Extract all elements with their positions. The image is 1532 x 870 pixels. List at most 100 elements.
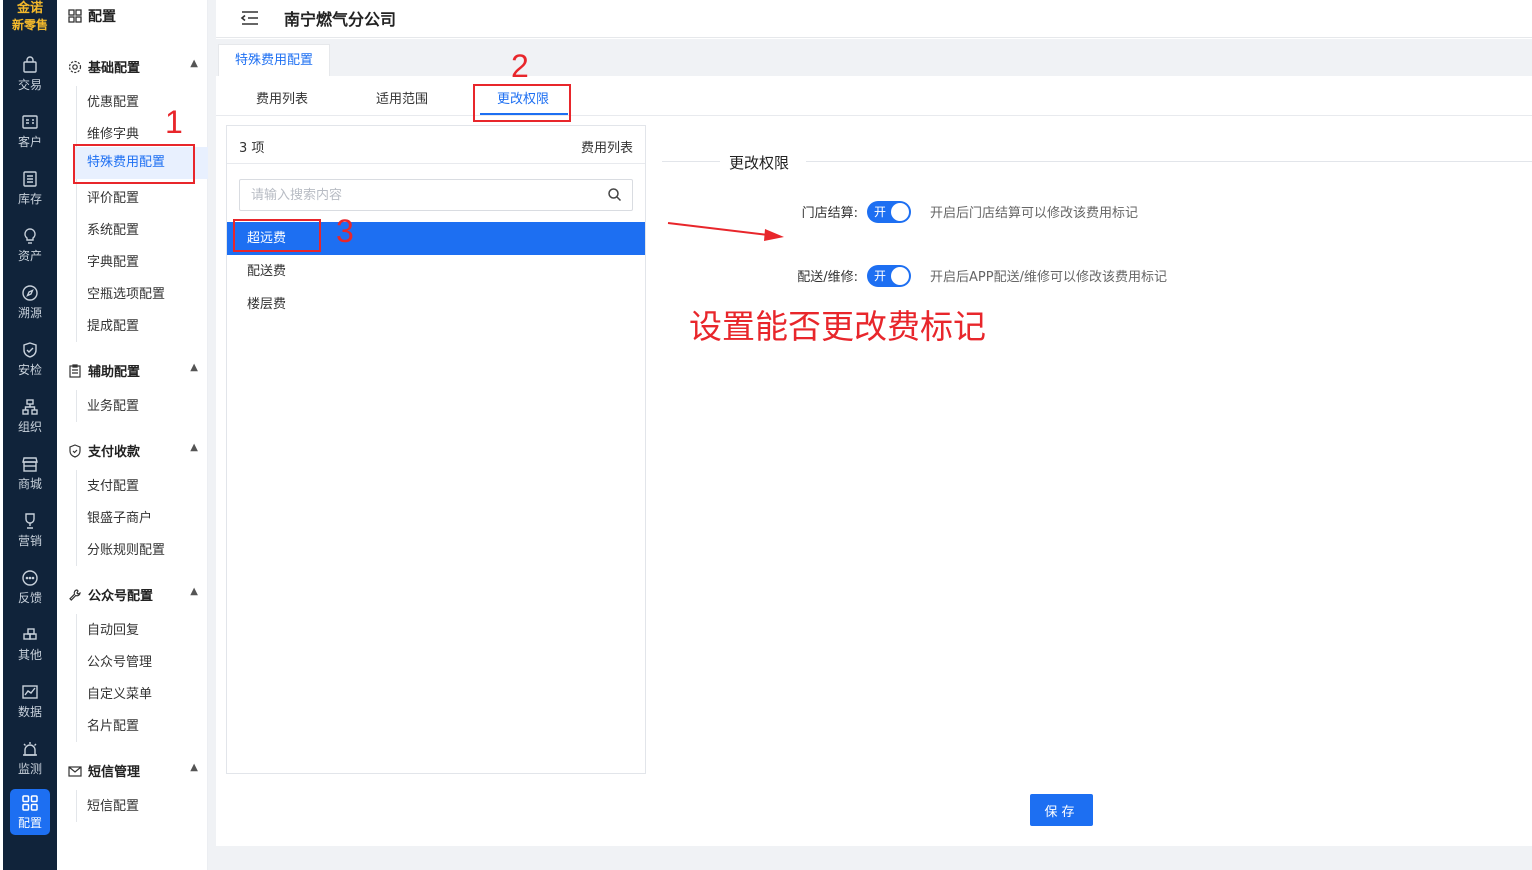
- page-gutter: [208, 0, 216, 870]
- group-basic-config[interactable]: 基础配置 ▲: [68, 57, 198, 76]
- rail-item-trace[interactable]: 溯源: [3, 278, 57, 328]
- gear-icon: [68, 60, 82, 74]
- rail-item-config[interactable]: 配置: [10, 789, 50, 835]
- tab-fee-list[interactable]: 费用列表: [256, 88, 308, 107]
- menu-item-discount[interactable]: 优惠配置: [87, 91, 139, 110]
- submenu-title-text: 配置: [88, 9, 116, 25]
- org-chart-icon: [22, 399, 38, 415]
- tab-scope[interactable]: 适用范围: [376, 88, 428, 107]
- toggle-text: 开: [874, 269, 887, 283]
- menu-item-payment[interactable]: 支付配置: [87, 475, 139, 494]
- rail-item-monitor[interactable]: 监测: [3, 734, 57, 784]
- rail-item-trade[interactable]: 交易: [3, 50, 57, 100]
- rail-label: 库存: [17, 192, 42, 206]
- menu-item-account-manage[interactable]: 公众号管理: [87, 651, 152, 670]
- store-icon: [22, 457, 38, 472]
- page-title: 南宁燃气分公司: [284, 10, 397, 29]
- toggle-knob: [891, 203, 909, 221]
- menu-item-auto-reply[interactable]: 自动回复: [87, 619, 139, 638]
- rail-label: 营销: [17, 534, 42, 548]
- section-divider: [806, 161, 1532, 162]
- group-title-text: 短信管理: [88, 765, 141, 780]
- group-title-text: 公众号配置: [88, 589, 154, 604]
- rail-item-asset[interactable]: 资产: [3, 221, 57, 271]
- rail-item-other[interactable]: 其他: [3, 620, 57, 670]
- menu-item-business-card[interactable]: 名片配置: [87, 715, 139, 734]
- group-payment[interactable]: 支付收款 ▲: [68, 441, 198, 460]
- menu-item-sms-config[interactable]: 短信配置: [87, 795, 139, 814]
- line-chart-icon: [22, 685, 38, 699]
- annotation-number-1: 1: [165, 104, 183, 140]
- menu-item-empty-bottle[interactable]: 空瓶选项配置: [87, 283, 165, 302]
- menu-item-evaluation[interactable]: 评价配置: [87, 187, 139, 206]
- group-line: [76, 790, 77, 822]
- chevron-up-icon: ▲: [190, 362, 198, 373]
- shield-icon: [69, 444, 81, 458]
- item-count: 3 项: [239, 141, 265, 156]
- menu-item-dictionary[interactable]: 字典配置: [87, 251, 139, 270]
- group-aux-config[interactable]: 辅助配置 ▲: [68, 361, 198, 380]
- page-tab-bar: 特殊费用配置: [216, 39, 1532, 76]
- delivery-repair-toggle[interactable]: 开: [867, 265, 911, 287]
- menu-fold-icon[interactable]: [240, 10, 260, 26]
- menu-item-custom-menu[interactable]: 自定义菜单: [87, 683, 152, 702]
- rail-label: 客户: [17, 135, 42, 149]
- annotation-note: 设置能否更改费标记: [689, 307, 986, 346]
- annotation-box-1: [73, 144, 195, 184]
- rail-item-marketing[interactable]: 营销: [3, 506, 57, 556]
- group-sms[interactable]: 短信管理 ▲: [68, 761, 198, 780]
- group-line: [76, 390, 77, 422]
- group-line: [76, 470, 77, 566]
- menu-item-system[interactable]: 系统配置: [87, 219, 139, 238]
- chevron-up-icon: ▲: [190, 762, 198, 773]
- rail-item-feedback[interactable]: 反馈: [3, 563, 57, 613]
- rail-item-inspection[interactable]: 安检: [3, 335, 57, 385]
- store-settlement-toggle[interactable]: 开: [867, 201, 911, 223]
- rail-label: 资产: [17, 249, 42, 263]
- rail-label: 数据: [17, 705, 42, 719]
- chevron-up-icon: ▲: [190, 586, 198, 597]
- rail-item-mall[interactable]: 商城: [3, 449, 57, 499]
- rail-label: 安检: [17, 363, 42, 377]
- rail-item-data[interactable]: 数据: [3, 677, 57, 727]
- form-row-store-settlement: 门店结算: 开 开启后门店结算可以修改该费用标记: [662, 200, 1532, 224]
- rail-label: 商城: [17, 477, 42, 491]
- menu-item-repair-dict[interactable]: 维修字典: [87, 123, 139, 142]
- field-label: 门店结算:: [801, 206, 858, 221]
- submenu-title: 配置: [68, 6, 116, 26]
- brand-logo: 金诺 新零售: [3, 0, 57, 40]
- menu-item-business[interactable]: 业务配置: [87, 395, 139, 414]
- lightbulb-icon: [24, 228, 36, 244]
- clipboard-icon: [69, 364, 81, 378]
- annotation-box-3: [233, 219, 321, 252]
- form-row-delivery-repair: 配送/维修: 开 开启后APP配送/维修可以修改该费用标记: [662, 264, 1532, 288]
- search-input[interactable]: [240, 180, 580, 210]
- inner-tab-bar: 费用列表 适用范围 更改权限: [216, 76, 1532, 116]
- nav-rail: 金诺 新零售 交易 客户 库存 资产 溯源 安检 组织 商城 营销 反馈 其他 …: [0, 0, 57, 870]
- panel-title: 费用列表: [580, 141, 633, 156]
- rail-label: 配置: [17, 816, 42, 830]
- menu-item-ys-merchant[interactable]: 银盛子商户: [87, 507, 152, 526]
- group-official-account[interactable]: 公众号配置 ▲: [68, 585, 198, 604]
- annotation-box-2: [473, 84, 571, 122]
- rail-item-customer[interactable]: 客户: [3, 107, 57, 157]
- rail-item-organization[interactable]: 组织: [3, 392, 57, 442]
- list-item-delivery-fee[interactable]: 配送费: [227, 255, 645, 288]
- rail-label: 反馈: [17, 591, 42, 605]
- annotation-arrow-icon: [667, 222, 784, 241]
- menu-item-split-rules[interactable]: 分账规则配置: [87, 539, 165, 558]
- wrench-icon: [69, 589, 81, 601]
- group-title-text: 支付收款: [88, 445, 141, 460]
- menu-item-commission[interactable]: 提成配置: [87, 315, 139, 334]
- rail-edge: [0, 0, 3, 870]
- compass-icon: [22, 285, 38, 301]
- rail-item-inventory[interactable]: 库存: [3, 164, 57, 214]
- inventory-icon: [23, 171, 37, 187]
- save-button[interactable]: 保存: [1030, 794, 1093, 826]
- rail-label: 其他: [17, 648, 42, 662]
- rail-label: 监测: [17, 762, 42, 776]
- list-item-floor-fee[interactable]: 楼层费: [227, 288, 645, 321]
- chat-bubble-icon: [22, 570, 38, 586]
- tab-special-fee[interactable]: 特殊费用配置: [218, 44, 331, 76]
- search-icon[interactable]: [607, 187, 622, 202]
